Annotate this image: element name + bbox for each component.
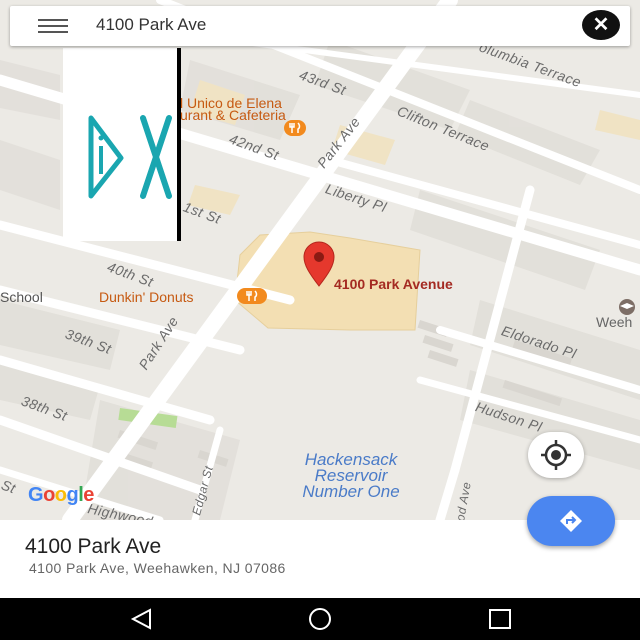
- android-nav-bar: [0, 598, 640, 640]
- poi-label-weeh: Weeh: [596, 314, 633, 330]
- water-label-line3: Number One: [302, 482, 400, 501]
- google-logo: Google: [28, 484, 94, 507]
- restaurant-icon[interactable]: [237, 288, 267, 304]
- poi-label-unico-line2: urant & Cafeteria: [180, 107, 286, 123]
- google-logo-letter: g: [66, 484, 79, 506]
- google-logo-letter: o: [43, 484, 55, 506]
- google-logo-letter: o: [54, 484, 67, 506]
- directions-button[interactable]: [527, 496, 615, 546]
- search-input[interactable]: 4100 Park Ave: [96, 15, 206, 35]
- hamburger-menu-icon[interactable]: [38, 19, 68, 35]
- marker-label[interactable]: 4100 Park Avenue: [334, 276, 453, 292]
- search-bar[interactable]: 4100 Park Ave ✕: [10, 6, 630, 46]
- water-label: Hackensack Reservoir Number One: [276, 451, 426, 501]
- map-view[interactable]: 43rd St 42nd St 1st St 40th St 39th St 3…: [0, 0, 640, 520]
- back-triangle-icon[interactable]: [128, 607, 154, 631]
- place-title: 4100 Park Ave: [25, 535, 162, 558]
- my-location-icon: [541, 440, 571, 470]
- home-circle-icon[interactable]: [307, 607, 333, 631]
- recents-square-icon[interactable]: [487, 607, 513, 631]
- overlay-logo: [63, 48, 181, 241]
- close-icon[interactable]: ✕: [582, 10, 620, 40]
- google-logo-letter: e: [83, 484, 94, 506]
- place-address: 4100 Park Ave, Weehawken, NJ 07086: [29, 560, 286, 576]
- directions-icon: [560, 510, 582, 532]
- my-location-button[interactable]: [528, 432, 584, 478]
- poi-label-school: School: [0, 289, 43, 305]
- restaurant-icon[interactable]: [284, 120, 306, 136]
- google-logo-letter: G: [28, 484, 44, 506]
- poi-label-dunkin: Dunkin' Donuts: [99, 289, 194, 305]
